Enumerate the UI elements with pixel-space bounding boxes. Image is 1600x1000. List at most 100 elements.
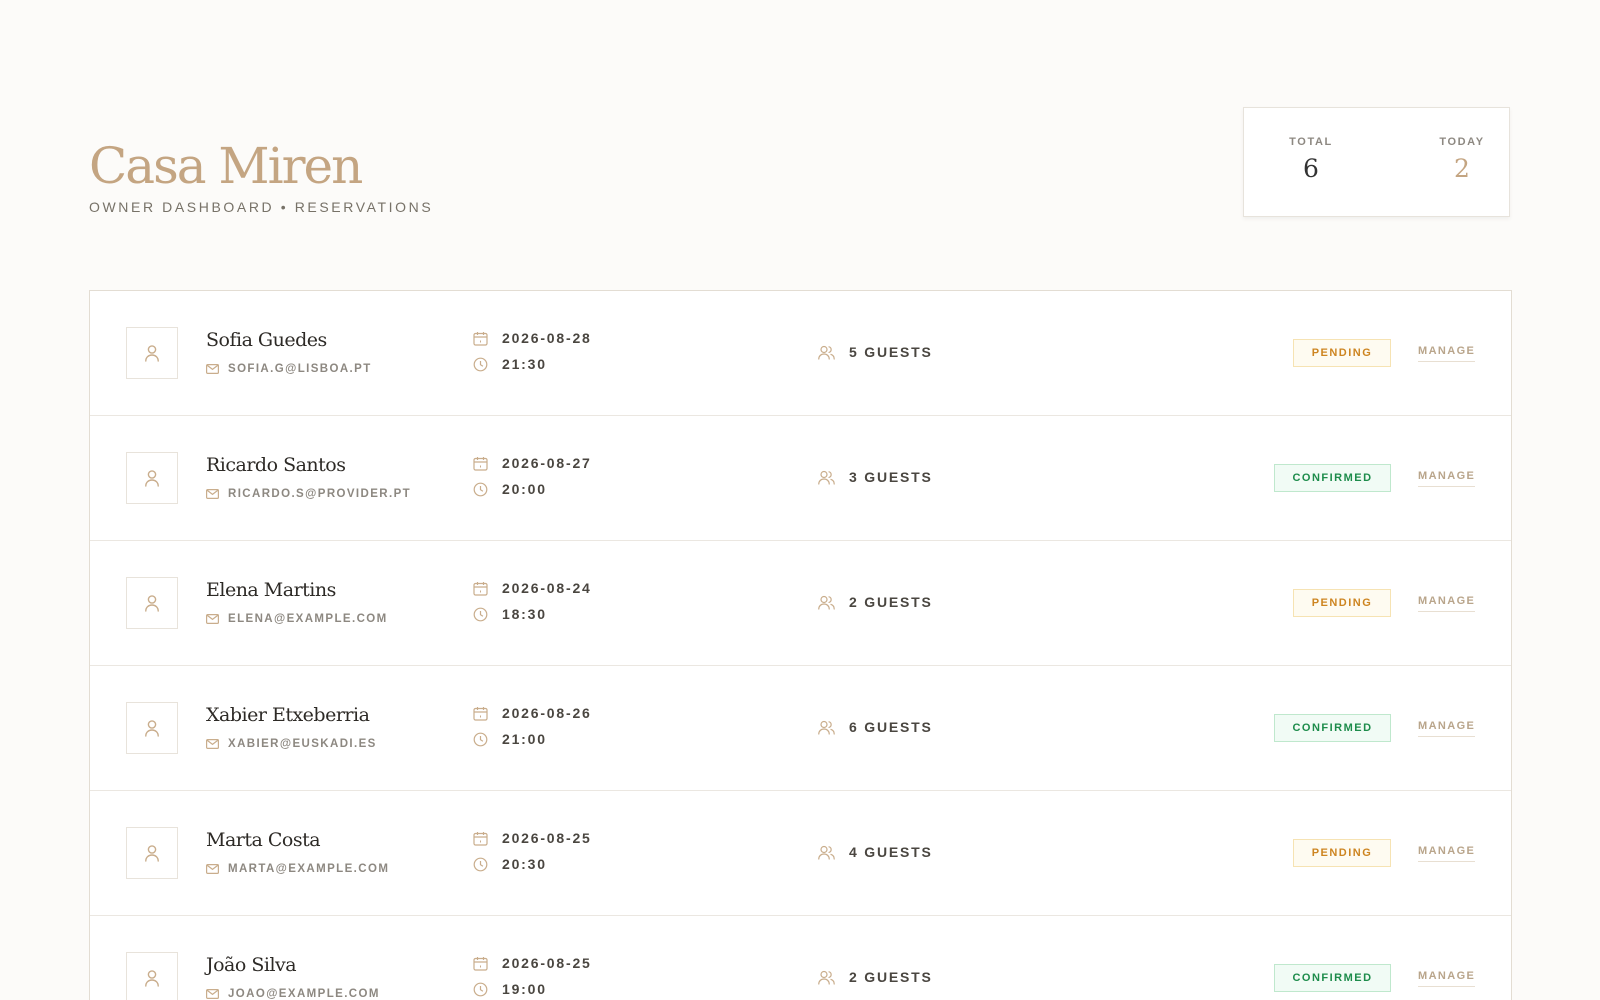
calendar-icon [473,956,488,971]
reservation-date: 2026-08-25 [473,830,592,846]
guest-email: ELENA@EXAMPLE.COM [206,613,388,625]
guest-count-text: 3 GUESTS [849,469,933,485]
clock-icon [473,857,488,872]
guest-count: 2 GUESTS [818,969,933,985]
users-icon [818,845,835,860]
guest-count: 5 GUESTS [818,344,933,360]
status-badge: CONFIRMED [1274,714,1391,742]
manage-button[interactable]: MANAGE [1418,845,1476,862]
avatar [126,827,178,879]
users-icon [818,720,835,735]
guest-count-text: 6 GUESTS [849,719,933,735]
page-subtitle: OWNER DASHBOARD • RESERVATIONS [89,199,434,215]
guest-email-text: JOAO@EXAMPLE.COM [228,988,380,1000]
guest-count: 3 GUESTS [818,469,933,485]
stat-total-label: TOTAL [1289,136,1333,148]
clock-icon [473,982,488,997]
guest-count-text: 2 GUESTS [849,969,933,985]
guest-email-text: MARTA@EXAMPLE.COM [228,863,390,875]
guest-name: Xabier Etxeberria [206,704,370,726]
page-title: Casa Miren [89,137,363,195]
guest-name: Marta Costa [206,829,321,851]
reservation-date: 2026-08-28 [473,330,592,346]
status-badge: PENDING [1293,589,1391,617]
reservation-time-text: 18:30 [502,606,547,622]
page-header: Casa Miren OWNER DASHBOARD • RESERVATION… [89,134,433,216]
guest-count: 6 GUESTS [818,719,933,735]
calendar-icon [473,581,488,596]
reservation-row: Elena Martins ELENA@EXAMPLE.COM 2026-08-… [90,541,1511,666]
guest-count: 4 GUESTS [818,844,933,860]
reservation-date-text: 2026-08-25 [502,955,592,971]
reservation-time-text: 20:30 [502,856,547,872]
reservation-date: 2026-08-27 [473,455,592,471]
mail-icon [206,364,219,374]
reservation-date-text: 2026-08-24 [502,580,592,596]
calendar-icon [473,706,488,721]
reservation-date-text: 2026-08-27 [502,455,592,471]
clock-icon [473,482,488,497]
stat-total: TOTAL 6 [1266,136,1356,183]
manage-button[interactable]: MANAGE [1418,345,1476,362]
calendar-icon [473,331,488,346]
reservation-time: 21:00 [473,731,547,747]
reservation-time: 20:30 [473,856,547,872]
reservation-time: 20:00 [473,481,547,497]
reservation-date-text: 2026-08-26 [502,705,592,721]
user-icon [144,594,160,612]
guest-email: XABIER@EUSKADI.ES [206,738,377,750]
calendar-icon [473,831,488,846]
guest-count: 2 GUESTS [818,594,933,610]
reservation-time-text: 21:00 [502,731,547,747]
users-icon [818,595,835,610]
guest-count-text: 2 GUESTS [849,594,933,610]
dashboard-page: Casa Miren OWNER DASHBOARD • RESERVATION… [0,0,1600,1000]
reservation-date: 2026-08-24 [473,580,592,596]
reservation-row: Xabier Etxeberria XABIER@EUSKADI.ES 2026… [90,666,1511,791]
users-icon [818,345,835,360]
guest-email-text: SOFIA.G@LISBOA.PT [228,363,372,375]
reservation-row: João Silva JOAO@EXAMPLE.COM 2026-08-25 1… [90,916,1511,1000]
avatar [126,327,178,379]
reservation-time: 18:30 [473,606,547,622]
clock-icon [473,732,488,747]
stat-total-value: 6 [1303,154,1319,183]
guest-email-text: ELENA@EXAMPLE.COM [228,613,388,625]
reservations-list: Sofia Guedes SOFIA.G@LISBOA.PT 2026-08-2… [89,290,1512,1000]
status-badge: CONFIRMED [1274,964,1391,992]
reservation-date: 2026-08-25 [473,955,592,971]
guest-email: JOAO@EXAMPLE.COM [206,988,380,1000]
calendar-icon [473,456,488,471]
status-badge: CONFIRMED [1274,464,1391,492]
user-icon [144,969,160,987]
guest-email-text: RICARDO.S@PROVIDER.PT [228,488,412,500]
manage-button[interactable]: MANAGE [1418,470,1476,487]
mail-icon [206,739,219,749]
avatar [126,702,178,754]
manage-button[interactable]: MANAGE [1418,720,1476,737]
manage-button[interactable]: MANAGE [1418,970,1476,987]
user-icon [144,469,160,487]
stats-card: TOTAL 6 TODAY 2 [1243,107,1510,217]
reservation-row: Marta Costa MARTA@EXAMPLE.COM 2026-08-25… [90,791,1511,916]
guest-name: Sofia Guedes [206,329,327,351]
users-icon [818,970,835,985]
guest-count-text: 4 GUESTS [849,844,933,860]
guest-email: MARTA@EXAMPLE.COM [206,863,389,875]
reservation-time: 21:30 [473,356,547,372]
guest-name: Ricardo Santos [206,454,346,476]
user-icon [144,844,160,862]
stat-today-label: TODAY [1439,136,1485,148]
clock-icon [473,357,488,372]
users-icon [818,470,835,485]
mail-icon [206,489,219,499]
reservation-time-text: 21:30 [502,356,547,372]
reservation-row: Ricardo Santos RICARDO.S@PROVIDER.PT 202… [90,416,1511,541]
mail-icon [206,614,219,624]
guest-name: João Silva [206,954,297,976]
stat-today-value: 2 [1454,154,1470,183]
manage-button[interactable]: MANAGE [1418,595,1476,612]
guest-email-text: XABIER@EUSKADI.ES [228,738,377,750]
reservation-date-text: 2026-08-28 [502,330,592,346]
user-icon [144,344,160,362]
